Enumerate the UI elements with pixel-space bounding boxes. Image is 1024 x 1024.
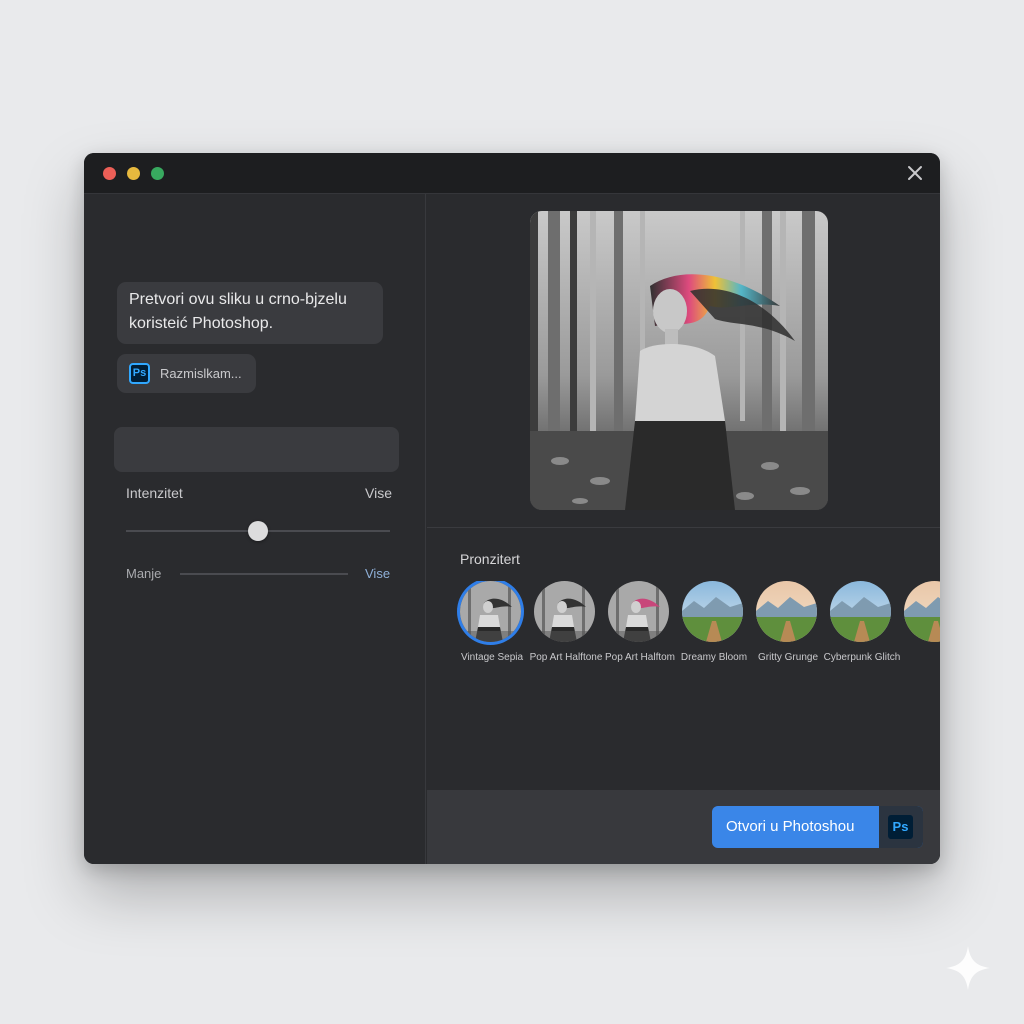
intensity-max-label: Vise [365,485,392,501]
filter-label: Gritty Grunge [757,652,819,663]
open-button-label: Otvori u Photoshou [726,818,855,835]
filter-carousel: Vintage Sepia Pop Art Halftone Pop Art Hal… [454,581,940,671]
filter-thumbnail[interactable] [534,581,595,642]
close-icon[interactable] [906,164,924,182]
photoshop-icon-box: Ps [879,806,923,848]
app-window: Pretvori ovu sliku u crno-bjzelu koriste… [84,153,940,864]
section-divider [427,527,940,528]
photoshop-icon: Ps [129,363,150,384]
title-bar [84,153,940,194]
range-track[interactable] [180,573,348,575]
filter-thumbnail[interactable] [608,581,669,642]
intensity-label: Intenzitet [126,485,183,501]
sparkle-icon [946,946,990,990]
thinking-status: Ps Razmislkam... [117,354,256,393]
filter-label: Pop Art Halftom [604,652,676,663]
window-zoom-dot[interactable] [151,167,164,180]
filter-label: Vintage Sepia [460,652,524,663]
range-min-label: Manje [126,566,162,581]
open-in-photoshop-button[interactable]: Otvori u Photoshou Ps [712,806,923,848]
chat-panel: Pretvori ovu sliku u crno-bjzelu koriste… [84,194,426,864]
range-max-label: Vise [365,566,391,581]
image-preview [530,211,828,510]
thinking-label: Razmislkam... [160,366,242,381]
photoshop-icon: Ps [888,815,913,839]
prompt-message: Pretvori ovu sliku u crno-bjzelu koriste… [117,282,383,344]
filter-thumbnail[interactable] [682,581,743,642]
forest-girl-image [530,211,828,510]
filter-label: Dreamy Bloom [680,652,748,663]
filter-thumbnail[interactable] [904,581,940,642]
window-minimize-dot[interactable] [127,167,140,180]
filter-thumbnail[interactable] [756,581,817,642]
action-footer: Otvori u Photoshou Ps [427,790,940,864]
filter-thumbnail[interactable] [460,581,521,642]
window-close-dot[interactable] [103,167,116,180]
editor-panel: Pronzitert Vintage Sepia Pop Art Halftone… [427,194,940,864]
intensity-slider-handle[interactable] [248,521,268,541]
filters-title: Pronzitert [460,551,520,567]
filter-label: Pop Art Halftone [529,652,603,663]
filter-label: Cyberpunk Glitch [823,652,901,663]
chat-input[interactable] [114,427,399,472]
filter-thumbnail[interactable] [830,581,891,642]
